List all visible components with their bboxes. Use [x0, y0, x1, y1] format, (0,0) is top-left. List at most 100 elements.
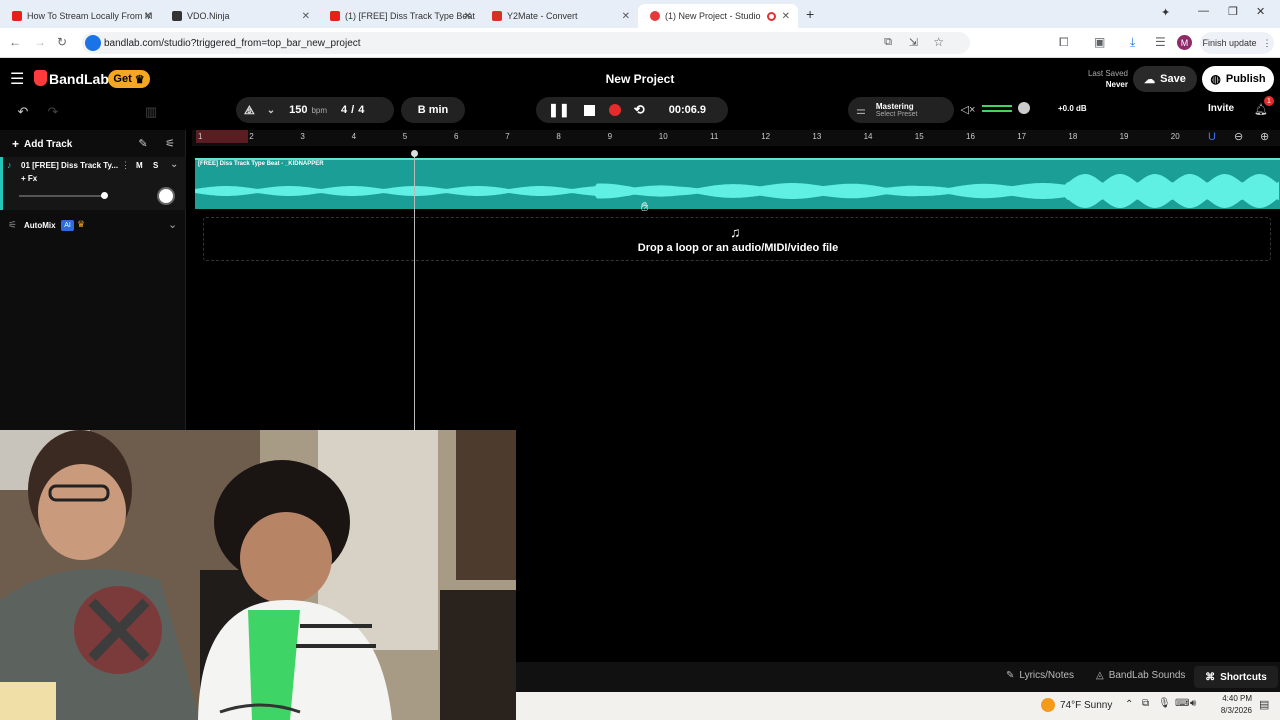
track-type-icon: ♪	[7, 160, 12, 170]
forward-icon[interactable]: →	[34, 35, 46, 49]
speaker-icon[interactable]: 🔊︎	[1190, 698, 1196, 709]
avatar[interactable]: M	[1177, 35, 1192, 50]
chevron-down-icon[interactable]: ⌄	[168, 218, 177, 231]
solo-button[interactable]: S	[153, 161, 158, 170]
sidepanel-icon[interactable]: ▣	[1094, 35, 1105, 49]
sun-weather-icon[interactable]	[1041, 698, 1055, 712]
master-volume-slider[interactable]	[982, 102, 1044, 114]
playhead-handle[interactable]	[411, 150, 418, 157]
clock-date[interactable]: 8/3/2026	[1202, 706, 1252, 715]
zoom-out-icon[interactable]: ⊖	[1234, 130, 1243, 143]
tab-stream-locally[interactable]: How To Stream Locally From M ✕	[0, 4, 160, 28]
timesig-bottom[interactable]: 4	[358, 104, 364, 116]
magnet-snap-icon[interactable]: U	[1208, 131, 1216, 143]
pan-knob[interactable]	[157, 187, 175, 205]
menu-list-icon[interactable]: ☰	[1155, 35, 1166, 49]
tempo-value[interactable]: 150	[289, 104, 307, 116]
restore-icon[interactable]: ❐	[1228, 5, 1238, 18]
tab-title: How To Stream Locally From M	[27, 11, 153, 21]
bar-number: 20	[1170, 132, 1180, 141]
save-button[interactable]: ☁ Save	[1133, 66, 1197, 92]
get-membership-button[interactable]: Get ♛	[108, 70, 150, 88]
add-track-button[interactable]: + Add Track	[12, 137, 72, 151]
drop-zone[interactable]: ♫ Drop a loop or an audio/MIDI/video fil…	[203, 217, 1271, 261]
project-title[interactable]: New Project	[540, 72, 740, 86]
timeline-ruler[interactable]: 1 2 3 4 5 6 7 8 9 10 11 12 13 14 15 16 17 18 19 20 U ⊖ ⊕	[192, 130, 1280, 146]
new-tab-icon[interactable]: +	[806, 6, 814, 22]
clock-time[interactable]: 4:40 PM	[1202, 694, 1252, 703]
timesig-top[interactable]: 4	[341, 104, 347, 116]
track-name[interactable]: 01 [FREE] Diss Track Ty...	[21, 161, 121, 170]
lyrics-notes-button[interactable]: ✎ Lyrics/Notes	[1006, 670, 1074, 681]
loop-icon[interactable]: ⟲	[634, 102, 645, 118]
reload-icon[interactable]: ↻	[57, 35, 67, 49]
network-icon[interactable]: ⌨	[1175, 698, 1189, 709]
playhead[interactable]	[414, 152, 415, 430]
key-selector[interactable]: B min	[401, 97, 465, 123]
pen-icon: ✎	[1006, 670, 1015, 681]
site-info-icon[interactable]	[85, 35, 101, 51]
automix-row[interactable]: ⚟ AutoMix AI ♛ ⌄	[0, 218, 186, 234]
close-icon[interactable]: ✕	[144, 11, 152, 22]
window-close-icon[interactable]: ✕	[1256, 5, 1265, 18]
tab-y2mate[interactable]: Y2Mate - Convert ✕	[480, 4, 638, 28]
download-icon[interactable]: ⤓	[1130, 35, 1135, 50]
chevron-up-icon[interactable]: ⌃	[1125, 699, 1133, 710]
minimize-icon[interactable]: —	[1198, 5, 1209, 17]
pencil-icon[interactable]: ✎	[136, 136, 150, 150]
finish-update-button[interactable]: Finish update ⋮	[1200, 32, 1274, 54]
install-icon[interactable]: ⇲	[909, 36, 918, 49]
close-icon[interactable]: ✕	[464, 11, 472, 22]
stop-icon[interactable]	[583, 104, 595, 116]
plus-icon: +	[12, 137, 20, 151]
track-header[interactable]: ♪ 01 [FREE] Diss Track Ty... ⋮ M S ⌄ + F…	[0, 157, 186, 210]
system-tray-icon[interactable]: ⧉	[1142, 698, 1149, 709]
mute-button[interactable]: M	[136, 161, 143, 170]
notification-center-icon[interactable]: ▤	[1259, 698, 1269, 711]
translate-icon[interactable]: ⧉	[884, 36, 892, 49]
close-icon[interactable]: ✕	[782, 11, 790, 22]
tab-new-project[interactable]: (1) New Project - Studio ✕	[638, 4, 798, 28]
record-icon[interactable]	[608, 104, 621, 116]
undo-icon[interactable]: ↶	[14, 100, 32, 124]
zoom-in-icon[interactable]: ⊕	[1260, 130, 1269, 143]
volume-knob[interactable]	[1018, 102, 1030, 114]
tab-vdo-ninja[interactable]: VDO.Ninja ✕	[160, 4, 318, 28]
weather-text[interactable]: 74°F Sunny	[1060, 700, 1112, 711]
bar-number: 3	[300, 132, 305, 141]
close-icon[interactable]: ✕	[302, 11, 310, 22]
track-settings-icon[interactable]: ⚟	[163, 136, 177, 150]
volume-slider-handle[interactable]	[101, 192, 108, 199]
redo-icon[interactable]: ↷	[44, 100, 62, 124]
speaker-mute-icon[interactable]: ◁×	[960, 101, 976, 117]
back-icon[interactable]: ←	[9, 35, 21, 49]
bookmark-star-icon[interactable]: ☆	[933, 35, 944, 49]
tab-title: (1) [FREE] Diss Track Type Beat	[345, 11, 475, 21]
tab-diss-track[interactable]: (1) [FREE] Diss Track Type Beat ✕	[318, 4, 480, 28]
shortcuts-button[interactable]: ⌘ Shortcuts	[1194, 666, 1278, 688]
transport-toolbar: ↶ ↷ ▥ ⧌ ⌄ 150 bpm 4 / 4 B min ❚❚ ⟲ 00:06…	[0, 96, 1280, 130]
hamburger-menu-icon[interactable]: ☰	[10, 69, 24, 89]
mastering-button[interactable]: ⚌ Mastering Select Preset	[848, 97, 954, 123]
bar-number: 10	[658, 132, 668, 141]
bandlab-sounds-button[interactable]: ◬ BandLab Sounds	[1096, 670, 1185, 681]
publish-button[interactable]: ◍ Publish	[1202, 66, 1274, 92]
close-icon[interactable]: ✕	[622, 11, 630, 22]
get-label: Get	[113, 73, 132, 85]
track-volume-slider[interactable]	[19, 195, 105, 197]
url-input[interactable]: bandlab.com/studio?triggered_from=top_ba…	[82, 32, 970, 54]
chevron-down-icon[interactable]: ⌄	[170, 159, 178, 170]
extensions-icon[interactable]: ⧠	[1059, 35, 1069, 50]
microphone-icon[interactable]: 🎙︎	[1158, 698, 1171, 709]
piano-icon[interactable]: ▥	[142, 100, 160, 124]
invite-button[interactable]: Invite	[1208, 103, 1234, 114]
pause-icon[interactable]: ❚❚	[548, 102, 570, 118]
metronome-icon[interactable]: ⧌	[244, 103, 255, 118]
bar-number: 1	[198, 132, 203, 141]
chevron-down-icon[interactable]: ⌄	[267, 105, 275, 116]
track-kebab-icon[interactable]: ⋮	[121, 160, 130, 171]
add-fx-button[interactable]: + Fx	[21, 174, 37, 183]
loop-region-marker[interactable]	[196, 130, 248, 143]
audio-clip[interactable]: [FREE] Diss Track Type Beat - _KIDNAPPER	[195, 158, 1280, 209]
gemini-icon[interactable]: ✦	[1161, 6, 1170, 19]
